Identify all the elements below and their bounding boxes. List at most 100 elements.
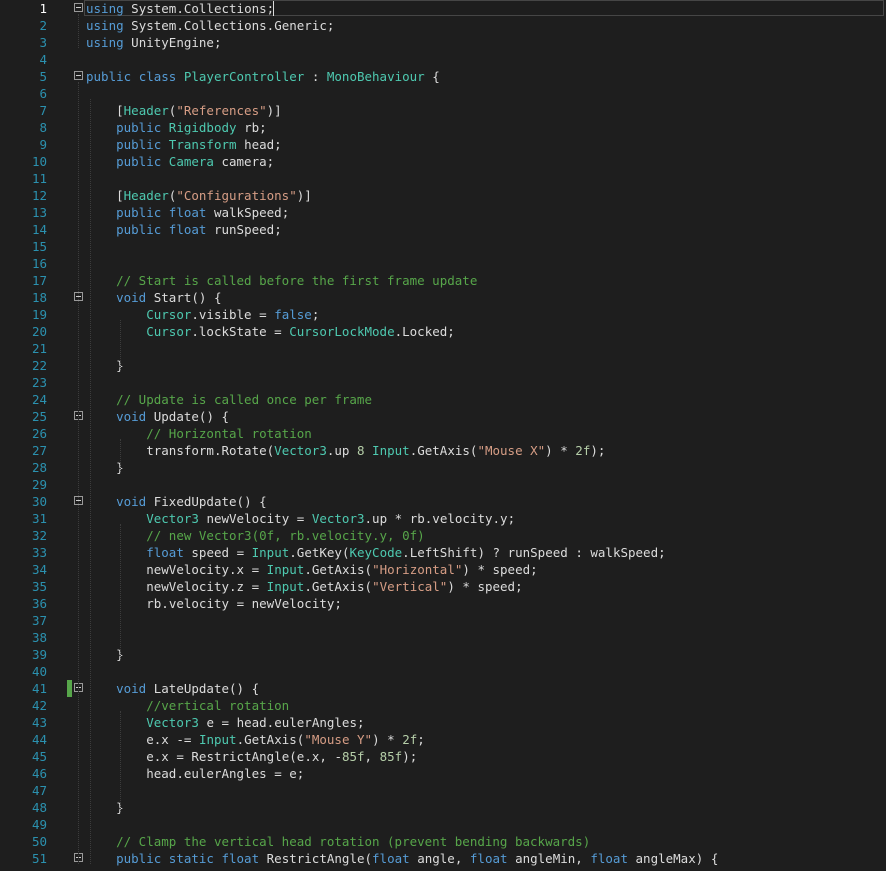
code-line[interactable]: 7 [Header("References")] bbox=[0, 102, 886, 119]
type-name: CursorLockMode bbox=[289, 324, 395, 339]
line-number: 46 bbox=[31, 766, 47, 781]
code-text: newVelocity.x = Input.GetAxis("Horizonta… bbox=[86, 561, 537, 578]
code-line[interactable]: 2 using System.Collections.Generic; bbox=[0, 17, 886, 34]
code-line[interactable]: 23 bbox=[0, 374, 886, 391]
code-line[interactable]: 21 bbox=[0, 340, 886, 357]
code-text: } bbox=[86, 799, 124, 816]
code-line[interactable]: 41 void LateUpdate() { bbox=[0, 680, 886, 697]
identifier: Start bbox=[153, 290, 192, 305]
code-line[interactable]: 49 bbox=[0, 816, 886, 833]
identifier: Collections bbox=[183, 1, 267, 16]
code-token: ) bbox=[372, 732, 380, 747]
collapse-icon[interactable] bbox=[74, 71, 83, 80]
code-line[interactable]: 24 // Update is called once per frame bbox=[0, 391, 886, 408]
code-line[interactable]: 8 public Rigidbody rb; bbox=[0, 119, 886, 136]
code-token: . bbox=[402, 545, 410, 560]
code-line[interactable]: 5 public class PlayerController : MonoBeh… bbox=[0, 68, 886, 85]
code-text: e.x = RestrictAngle(e.x, -85f, 85f); bbox=[86, 748, 417, 765]
code-token: = bbox=[176, 749, 184, 764]
code-line[interactable]: 11 bbox=[0, 170, 886, 187]
code-line[interactable]: 40 bbox=[0, 663, 886, 680]
comment: //vertical rotation bbox=[146, 698, 290, 713]
code-line[interactable]: 10 public Camera camera; bbox=[0, 153, 886, 170]
code-line[interactable]: 50 // Clamp the vertical head rotation (… bbox=[0, 833, 886, 850]
code-line[interactable]: 37 bbox=[0, 612, 886, 629]
code-line[interactable]: 4 bbox=[0, 51, 886, 68]
identifier: lockState bbox=[198, 324, 267, 339]
identifier: rb bbox=[409, 511, 425, 526]
code-line[interactable]: 27 transform.Rotate(Vector3.up 8 Input.G… bbox=[0, 442, 886, 459]
code-token: ) bbox=[590, 443, 598, 458]
collapse-icon[interactable] bbox=[74, 3, 83, 12]
code-line[interactable]: 12 [Header("Configurations")] bbox=[0, 187, 886, 204]
code-line[interactable]: 38 bbox=[0, 629, 886, 646]
line-number: 15 bbox=[31, 239, 47, 254]
code-line[interactable]: 48 } bbox=[0, 799, 886, 816]
code-line[interactable]: 31 Vector3 newVelocity = Vector3.up * rb… bbox=[0, 510, 886, 527]
code-line[interactable]: 29 bbox=[0, 476, 886, 493]
code-editor[interactable]: 1 using System.Collections; 2 using System.… bbox=[0, 0, 886, 871]
code-line[interactable]: 33 float speed = Input.GetKey(KeyCode.Le… bbox=[0, 544, 886, 561]
code-line[interactable]: 9 public Transform head; bbox=[0, 136, 886, 153]
identifier: walkSpeed bbox=[590, 545, 659, 560]
code-line[interactable]: 1 using System.Collections; bbox=[0, 0, 886, 17]
code-line[interactable]: 44 e.x -= Input.GetAxis("Mouse Y") * 2f; bbox=[0, 731, 886, 748]
code-text: public Camera camera; bbox=[86, 153, 274, 170]
line-number: 34 bbox=[31, 562, 47, 577]
code-line[interactable]: 13 public float walkSpeed; bbox=[0, 204, 886, 221]
line-number: 3 bbox=[39, 35, 47, 50]
code-line[interactable]: 18 void Start() { bbox=[0, 289, 886, 306]
identifier: Collections bbox=[183, 18, 267, 33]
type-name: Camera bbox=[168, 154, 214, 169]
code-token: ( bbox=[364, 851, 373, 866]
line-number: 33 bbox=[31, 545, 47, 560]
code-line[interactable]: 3 using UnityEngine; bbox=[0, 34, 886, 51]
type-name: Input bbox=[372, 443, 410, 458]
code-line[interactable]: 20 Cursor.lockState = CursorLockMode.Loc… bbox=[0, 323, 886, 340]
code-line[interactable]: 35 newVelocity.z = Input.GetAxis("Vertic… bbox=[0, 578, 886, 595]
indent-guide bbox=[120, 711, 121, 813]
code-line[interactable]: 19 Cursor.visible = false; bbox=[0, 306, 886, 323]
identifier: velocity bbox=[168, 596, 230, 611]
code-token: . bbox=[492, 511, 501, 526]
code-line[interactable]: 6 bbox=[0, 85, 886, 102]
code-line[interactable]: 22 } bbox=[0, 357, 886, 374]
code-line[interactable]: 15 bbox=[0, 238, 886, 255]
code-token: . bbox=[229, 579, 237, 594]
code-line[interactable]: 34 newVelocity.x = Input.GetAxis("Horizo… bbox=[0, 561, 886, 578]
code-line[interactable]: 42 //vertical rotation bbox=[0, 697, 886, 714]
code-line[interactable]: 43 Vector3 e = head.eulerAngles; bbox=[0, 714, 886, 731]
keyword: float bbox=[590, 851, 628, 866]
code-line[interactable]: 47 bbox=[0, 782, 886, 799]
code-line[interactable]: 26 // Horizontal rotation bbox=[0, 425, 886, 442]
code-line[interactable]: 32 // new Vector3(0f, rb.velocity.y, 0f) bbox=[0, 527, 886, 544]
code-line[interactable]: 36 rb.velocity = newVelocity; bbox=[0, 595, 886, 612]
code-line[interactable]: 28 } bbox=[0, 459, 886, 476]
code-line[interactable]: 16 bbox=[0, 255, 886, 272]
code-line[interactable]: 25 void Update() { bbox=[0, 408, 886, 425]
code-line[interactable]: 14 public float runSpeed; bbox=[0, 221, 886, 238]
string-literal: "Configurations" bbox=[176, 188, 297, 203]
code-line[interactable]: 51 public static float RestrictAngle(flo… bbox=[0, 850, 886, 867]
line-number: 13 bbox=[31, 205, 47, 220]
code-line[interactable]: 45 e.x = RestrictAngle(e.x, -85f, 85f); bbox=[0, 748, 886, 765]
code-token: * bbox=[560, 443, 568, 458]
code-token: ; bbox=[417, 732, 425, 747]
code-line[interactable]: 39 } bbox=[0, 646, 886, 663]
keyword: float bbox=[168, 222, 207, 237]
code-line[interactable]: 17 // Start is called before the first f… bbox=[0, 272, 886, 289]
code-line[interactable]: 46 head.eulerAngles = e; bbox=[0, 765, 886, 782]
code-line[interactable]: 30 void FixedUpdate() { bbox=[0, 493, 886, 510]
